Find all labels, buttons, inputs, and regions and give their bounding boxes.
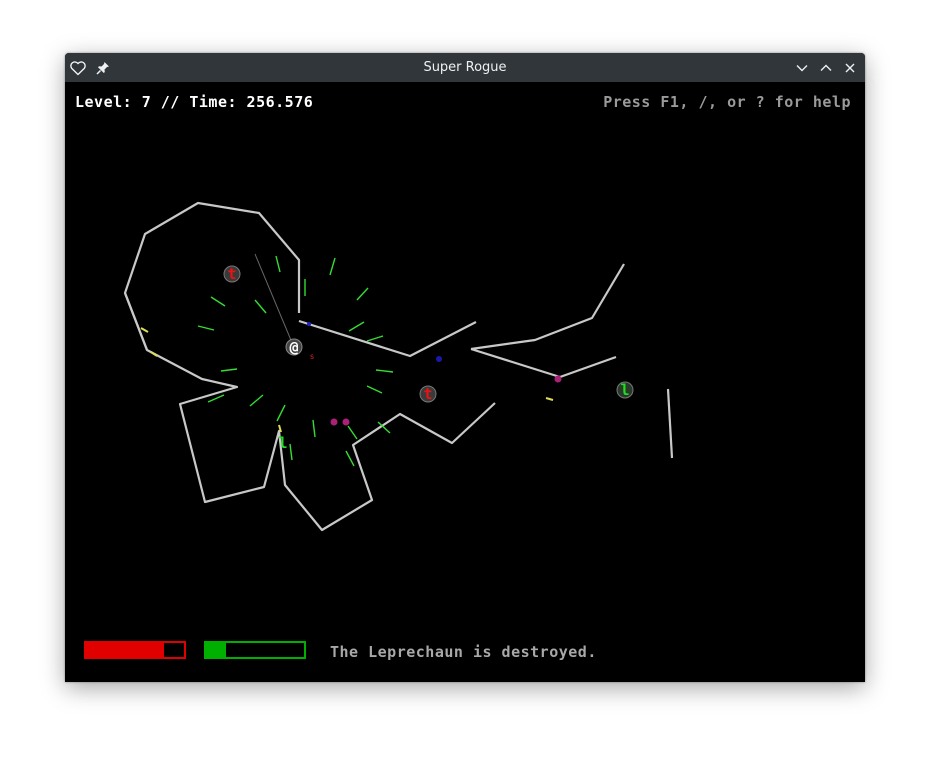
vision-rays (197, 255, 394, 467)
leprechaun-a[interactable]: l (616, 381, 634, 399)
svg-text:t: t (227, 265, 236, 283)
svg-text:l: l (278, 434, 287, 452)
status-message: The Leprechaun is destroyed. (330, 643, 597, 661)
dungeon-walls (123, 201, 674, 532)
close-button[interactable] (840, 58, 860, 78)
dungeon-map: t t l l @ s (123, 201, 674, 532)
health-bar (84, 641, 186, 659)
potion-item (330, 418, 338, 426)
potion-item (342, 418, 350, 426)
leprechaun-b[interactable]: l (278, 434, 287, 452)
minimize-button[interactable] (792, 58, 812, 78)
game-viewport[interactable]: t t l l @ s Level: 7 // Time: 256.576 Pr… (65, 82, 865, 682)
chevron-up-icon (820, 64, 832, 71)
player: @ (285, 338, 303, 356)
potion-item (554, 375, 562, 383)
svg-text:l: l (620, 381, 629, 399)
chevron-down-icon (796, 65, 808, 72)
svg-text:@: @ (289, 338, 298, 356)
window-title: Super Rogue (423, 60, 507, 75)
energy-bar (204, 641, 306, 659)
troll-b[interactable]: t (419, 385, 437, 403)
blue-item (436, 356, 442, 362)
energy-bar-fill (206, 643, 226, 657)
maximize-button[interactable] (816, 58, 836, 78)
svg-text:t: t (423, 385, 432, 403)
blue-item (307, 322, 311, 326)
health-bar-fill (86, 643, 165, 657)
help-hint: Press F1, /, or ? for help (603, 93, 851, 111)
small-item: s (310, 352, 315, 361)
aim-line (254, 253, 294, 346)
titlebar[interactable]: Super Rogue (65, 53, 865, 82)
game-window: Super Rogue t t l l @ s Level: 7 // Time… (65, 53, 865, 682)
close-icon (845, 63, 855, 73)
level-time-readout: Level: 7 // Time: 256.576 (75, 93, 314, 111)
troll-a[interactable]: t (223, 265, 241, 283)
